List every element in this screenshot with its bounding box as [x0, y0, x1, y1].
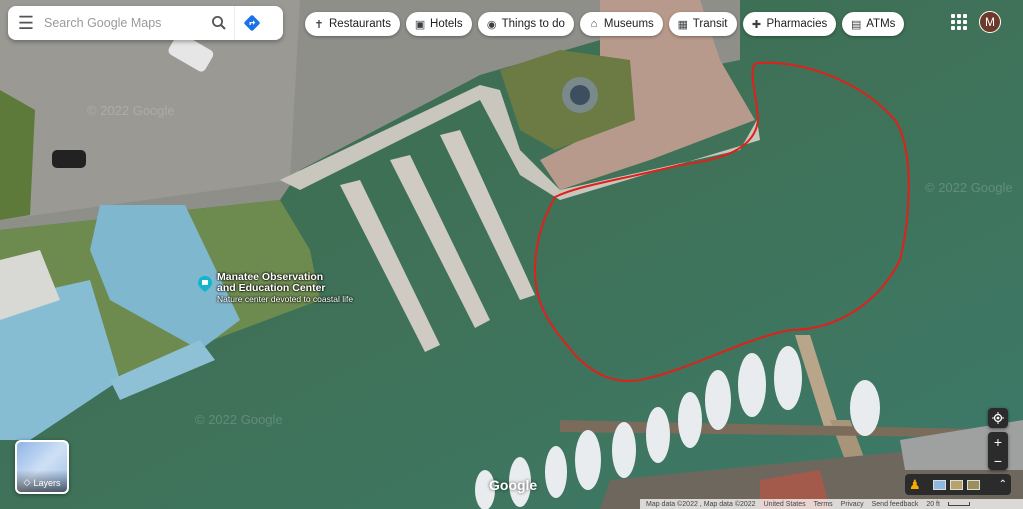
restaurant-icon: ✝ — [314, 18, 324, 31]
satellite-map[interactable]: © 2022 Google © 2022 Google © 2022 Googl… — [0, 0, 1023, 509]
zoom-in-icon[interactable]: + — [994, 434, 1002, 450]
chip-label: Restaurants — [329, 18, 392, 30]
imagery-bar: ♟ ⌃ — [905, 474, 1011, 495]
map-data-text: Map data ©2022 , Map data ©2022 — [646, 500, 756, 508]
poi-name: Manatee Observation and Education Center — [217, 271, 326, 294]
pharmacy-icon: ✚ — [751, 18, 762, 31]
imagery-thumb[interactable] — [932, 479, 946, 490]
map-pin-icon — [198, 276, 212, 292]
directions-icon[interactable] — [234, 6, 268, 40]
feedback-link[interactable]: Send feedback — [872, 501, 919, 508]
privacy-link[interactable]: Privacy — [841, 501, 864, 508]
category-chips: ✝ Restaurants ▣ Hotels ◉ Things to do ⌂ Muse… — [305, 12, 905, 36]
apps-grid-icon[interactable] — [951, 14, 967, 30]
map-watermark: © 2022 Google — [87, 103, 175, 118]
chip-things-to-do[interactable]: ◉ Things to do — [477, 12, 574, 36]
scale-bar — [947, 502, 970, 506]
chip-label: Pharmacies — [766, 18, 828, 30]
zoom-controls: + − — [988, 432, 1008, 470]
layers-label: Layers — [33, 478, 61, 488]
camera-icon: ◉ — [486, 18, 497, 31]
menu-icon[interactable]: ☰ — [8, 6, 44, 40]
hotel-icon: ▣ — [414, 18, 426, 31]
museum-icon: ⌂ — [590, 18, 598, 30]
chip-label: Hotels — [430, 18, 463, 30]
terms-link[interactable]: Terms — [814, 501, 833, 508]
chip-label: Transit — [692, 18, 728, 30]
chip-label: Museums — [603, 18, 654, 30]
attribution-bar: Map data ©2022 , Map data ©2022 United S… — [640, 499, 1023, 509]
chip-atms[interactable]: ▤ ATMs — [842, 12, 905, 36]
zoom-out-icon[interactable]: − — [994, 453, 1002, 469]
pegman-icon[interactable]: ♟ — [909, 477, 921, 493]
my-location-icon — [992, 412, 1004, 424]
search-box: ☰ — [8, 6, 283, 40]
chip-pharmacies[interactable]: ✚ Pharmacies — [742, 12, 837, 36]
map-watermark: © 2022 Google — [195, 412, 283, 427]
chip-restaurants[interactable]: ✝ Restaurants — [305, 12, 401, 36]
transit-icon: ▦ — [677, 18, 688, 31]
country-link[interactable]: United States — [764, 501, 806, 508]
map-watermark: © 2022 Google — [925, 180, 1013, 195]
chip-label: ATMs — [866, 18, 896, 30]
chip-transit[interactable]: ▦ Transit — [668, 12, 737, 36]
search-icon[interactable] — [204, 6, 234, 40]
expand-icon[interactable]: ⌃ — [999, 479, 1007, 490]
imagery-thumb[interactable] — [949, 479, 963, 490]
chip-museums[interactable]: ⌂ Museums — [579, 12, 663, 36]
my-location-button[interactable] — [988, 408, 1008, 428]
chip-label: Things to do — [501, 18, 565, 30]
google-logo: Google — [489, 477, 538, 493]
poi-subtitle: Nature center devoted to coastal life — [217, 294, 354, 304]
account-avatar[interactable]: M — [979, 11, 1001, 33]
imagery-thumb[interactable] — [966, 479, 980, 490]
satellite-imagery — [0, 0, 1023, 509]
scale-label[interactable]: 20 ft — [926, 501, 940, 508]
chip-hotels[interactable]: ▣ Hotels — [406, 12, 472, 36]
layers-button[interactable]: ◇ Layers — [15, 440, 69, 494]
search-input[interactable] — [44, 16, 204, 30]
layers-icon: ◇ — [23, 477, 31, 487]
atm-icon: ▤ — [851, 18, 862, 31]
